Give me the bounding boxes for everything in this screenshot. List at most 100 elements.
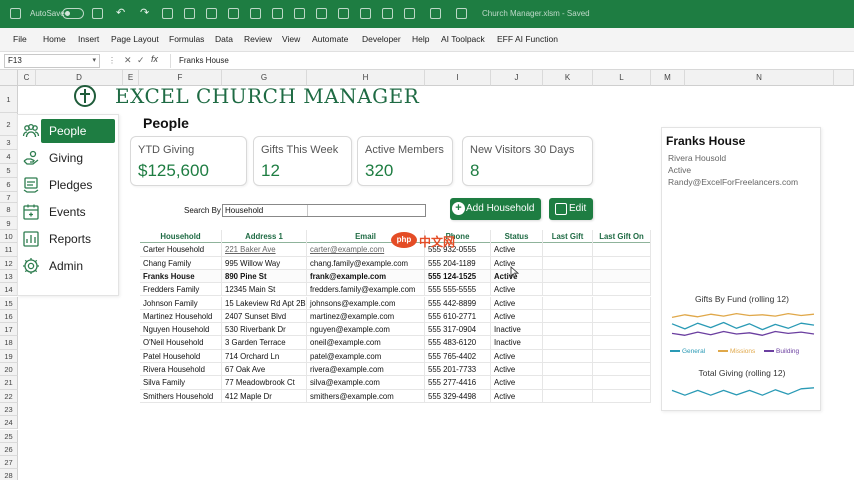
redo-icon[interactable]: ↷: [140, 6, 151, 19]
tab-data[interactable]: Data: [215, 34, 233, 44]
cell-last-gift-on[interactable]: [593, 309, 651, 324]
edit-button[interactable]: Edit: [549, 198, 593, 220]
quick-access-icon-14[interactable]: [456, 8, 467, 19]
header-address[interactable]: Address 1: [222, 230, 307, 244]
row-header[interactable]: 13: [0, 269, 18, 284]
cell-phone[interactable]: 555 610-2771: [425, 309, 491, 324]
cell-household[interactable]: Patel Household: [140, 349, 222, 363]
table-row[interactable]: Chang Family 995 Willow Way chang.family@e…: [140, 256, 651, 270]
cell-email[interactable]: rivera@example.com: [307, 363, 425, 377]
row-header[interactable]: 9: [0, 217, 18, 230]
table-row[interactable]: Patel Household 714 Orchard Ln patel@examp…: [140, 349, 651, 363]
chevron-down-icon[interactable]: ▾: [92, 55, 96, 67]
column-header-l[interactable]: L: [593, 70, 651, 86]
cell-last-gift-on[interactable]: [593, 256, 651, 270]
cell-email[interactable]: frank@example.com: [307, 269, 425, 284]
tab-eff-ai-function[interactable]: EFF AI Function: [497, 34, 558, 44]
cell-address[interactable]: 890 Pine St: [222, 269, 307, 284]
cell-status[interactable]: Active: [491, 376, 543, 390]
cell-last-gift-on[interactable]: [593, 296, 651, 310]
row-header[interactable]: 20: [0, 363, 18, 377]
cell-status[interactable]: Active: [491, 243, 543, 257]
add-household-button[interactable]: + Add Household: [450, 198, 541, 220]
table-row[interactable]: O'Neil Household 3 Garden Terrace oneil@ex…: [140, 336, 651, 350]
header-status[interactable]: Status: [491, 230, 543, 244]
cell-email[interactable]: johnsons@example.com: [307, 296, 425, 310]
row-header[interactable]: 23: [0, 402, 18, 417]
cell-household[interactable]: Nguyen Household: [140, 323, 222, 337]
cell-status[interactable]: Inactive: [491, 336, 543, 350]
quick-access-icon-11[interactable]: [382, 8, 393, 19]
row-header[interactable]: 16: [0, 309, 18, 324]
cell-email[interactable]: nguyen@example.com: [307, 323, 425, 337]
save-icon[interactable]: [92, 8, 103, 19]
table-row[interactable]: Rivera Household 67 Oak Ave rivera@example…: [140, 363, 651, 377]
cell-phone[interactable]: 555 483-6120: [425, 336, 491, 350]
row-header[interactable]: 4: [0, 150, 18, 164]
tab-ai-toolpack[interactable]: AI Toolpack: [441, 34, 485, 44]
sidebar-item-admin[interactable]: Admin: [18, 254, 118, 278]
cell-status[interactable]: Active: [491, 296, 543, 310]
cell-address[interactable]: 3 Garden Terrace: [222, 336, 307, 350]
quick-access-icon-6[interactable]: [272, 8, 283, 19]
column-header-k[interactable]: K: [543, 70, 593, 86]
row-header[interactable]: 14: [0, 283, 18, 297]
row-header[interactable]: 2: [0, 113, 18, 136]
table-row[interactable]: Martinez Household 2407 Sunset Blvd martin…: [140, 309, 651, 324]
cell-email[interactable]: martinez@example.com: [307, 309, 425, 324]
row-header[interactable]: 27: [0, 456, 18, 470]
cell-last-gift-on[interactable]: [593, 336, 651, 350]
tab-review[interactable]: Review: [244, 34, 272, 44]
tab-developer[interactable]: Developer: [362, 34, 401, 44]
cell-household[interactable]: Johnson Family: [140, 296, 222, 310]
cell-status[interactable]: Active: [491, 389, 543, 403]
cell-phone[interactable]: 555 277-4416: [425, 376, 491, 390]
cell-last-gift-on[interactable]: [593, 283, 651, 297]
cell-status[interactable]: Active: [491, 349, 543, 363]
sidebar-item-giving[interactable]: Giving: [18, 146, 118, 170]
table-row[interactable]: Franks House 890 Pine St frank@example.com…: [140, 269, 651, 284]
quick-access-icon-2[interactable]: [184, 8, 195, 19]
tab-help[interactable]: Help: [412, 34, 429, 44]
row-header[interactable]: 24: [0, 416, 18, 430]
cell-email[interactable]: fredders.family@example.com: [307, 283, 425, 297]
cell-status[interactable]: Inactive: [491, 323, 543, 337]
tab-view[interactable]: View: [282, 34, 300, 44]
row-header[interactable]: 26: [0, 442, 18, 457]
row-header[interactable]: 15: [0, 296, 18, 310]
cell-last-gift-on[interactable]: [593, 363, 651, 377]
row-header[interactable]: 25: [0, 429, 18, 443]
quick-access-icon-10[interactable]: [360, 8, 371, 19]
row-header[interactable]: 22: [0, 389, 18, 403]
table-row[interactable]: Johnson Family 15 Lakeview Rd Apt 2B johns…: [140, 296, 651, 310]
quick-access-icon-5[interactable]: [250, 8, 261, 19]
row-header[interactable]: 12: [0, 256, 18, 270]
quick-access-icon-7[interactable]: [294, 8, 305, 19]
quick-access-icon-13[interactable]: [430, 8, 441, 19]
header-last-gift[interactable]: Last Gift: [543, 230, 593, 244]
cell-household[interactable]: Martinez Household: [140, 309, 222, 324]
cell-last-gift-on[interactable]: [593, 349, 651, 363]
cell-household[interactable]: Fredders Family: [140, 283, 222, 297]
autosave-toggle[interactable]: [62, 8, 84, 19]
column-header-n[interactable]: N: [685, 70, 834, 86]
cell-phone[interactable]: 555 442-8899: [425, 296, 491, 310]
sidebar-item-events[interactable]: Events: [18, 200, 118, 224]
sidebar-item-pledges[interactable]: Pledges: [18, 173, 118, 197]
row-header[interactable]: 28: [0, 469, 18, 480]
quick-access-icon-4[interactable]: [228, 8, 239, 19]
cell-email[interactable]: silva@example.com: [307, 376, 425, 390]
cell-last-gift-on[interactable]: [593, 269, 651, 284]
tab-automate[interactable]: Automate: [312, 34, 348, 44]
row-header[interactable]: 6: [0, 178, 18, 192]
cell-last-gift[interactable]: [543, 243, 593, 257]
cell-last-gift[interactable]: [543, 323, 593, 337]
cell-last-gift-on[interactable]: [593, 376, 651, 390]
row-header[interactable]: 7: [0, 192, 18, 203]
table-row[interactable]: Nguyen Household 530 Riverbank Dr nguyen@e…: [140, 323, 651, 337]
tab-insert[interactable]: Insert: [78, 34, 99, 44]
cell-last-gift[interactable]: [543, 269, 593, 284]
confirm-icon[interactable]: ✓: [137, 55, 145, 66]
quick-access-icon-8[interactable]: [316, 8, 327, 19]
quick-access-icon-3[interactable]: [206, 8, 217, 19]
